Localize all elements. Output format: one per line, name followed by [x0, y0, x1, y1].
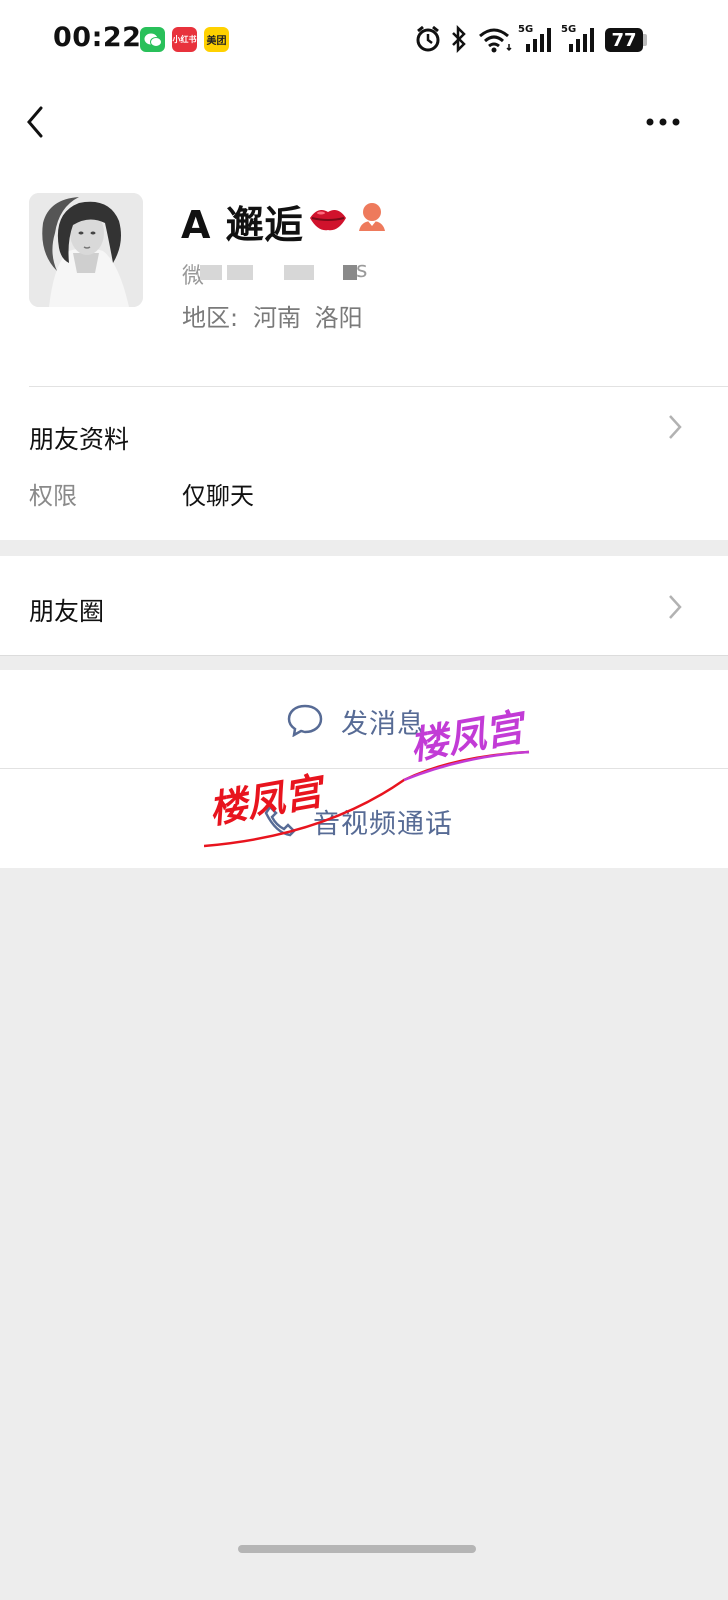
person-icon [359, 203, 385, 231]
region-label: 地区: [182, 304, 239, 332]
xiaohongshu-label: 小红书 [172, 35, 197, 44]
wechat-icon [140, 27, 165, 52]
clock: 00:22 [53, 22, 142, 53]
back-arrow-icon[interactable] [22, 104, 52, 140]
permission-label: 权限 [29, 482, 77, 510]
region-value: 河南 洛阳 [253, 304, 363, 332]
chat-bubble-icon [287, 704, 323, 737]
avatar[interactable] [29, 193, 143, 307]
bluetooth-icon [452, 24, 466, 54]
wechat-id-redaction [284, 265, 314, 280]
more-options-icon[interactable] [643, 114, 683, 130]
wechat-id-redaction [200, 265, 222, 280]
signal-icon-2: 5G [561, 24, 597, 54]
wechat-id-redaction [227, 265, 253, 280]
meituan-label: 美团 [206, 36, 227, 47]
moments-title: 朋友圈 [29, 597, 105, 626]
chevron-right-icon [669, 595, 682, 619]
profile-name: A 邂逅 [181, 203, 304, 247]
wechat-id-suffix: s [356, 258, 368, 283]
chevron-right-icon [669, 415, 682, 439]
home-indicator[interactable] [238, 1545, 476, 1553]
alarm-icon [416, 25, 440, 52]
battery-cap [643, 34, 647, 46]
signal-icon: 5G [518, 24, 554, 54]
wifi-icon [479, 28, 512, 53]
friend-info-title: 朋友资料 [29, 425, 130, 454]
permission-value: 仅聊天 [182, 482, 254, 510]
xiaohongshu-icon: 小红书 [172, 27, 197, 52]
lips-icon [310, 210, 346, 231]
battery-level: 77 [611, 29, 637, 51]
wechat-id-redaction [343, 265, 357, 280]
battery-icon: 77 [605, 28, 643, 52]
meituan-icon: 美团 [204, 27, 229, 52]
moments-row[interactable]: 朋友圈 [0, 556, 728, 655]
friend-info-row[interactable]: 朋友资料 [0, 387, 728, 537]
status-bar: 00:22 小红书 美团 5G 5G 77 [0, 0, 728, 80]
divider [0, 655, 728, 656]
